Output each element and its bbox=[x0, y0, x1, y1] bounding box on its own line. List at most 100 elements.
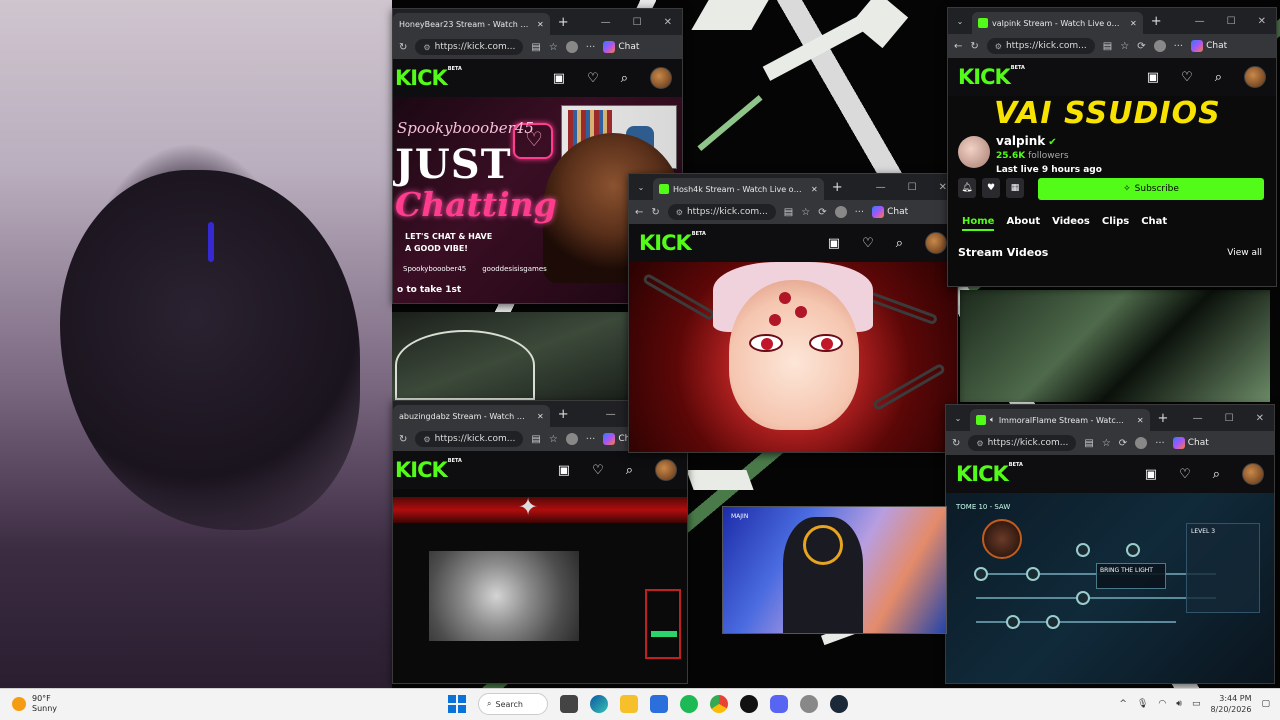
notification-icon[interactable]: ▢ bbox=[1261, 699, 1270, 709]
search-icon[interactable]: ⌕ bbox=[621, 71, 628, 86]
tab-valpink[interactable]: valpink Stream - Watch Live on Kick ✕ bbox=[972, 12, 1143, 34]
reader-icon[interactable]: ▤ bbox=[784, 207, 793, 218]
following-heart-icon[interactable]: ♡ bbox=[1181, 70, 1193, 85]
kick-logo[interactable]: KICKBETA bbox=[395, 66, 462, 90]
windows-start-icon[interactable] bbox=[448, 695, 466, 713]
tab-honeybear[interactable]: HoneyBear23 Stream - Watch Live on Kick … bbox=[393, 13, 550, 35]
browse-icon[interactable]: ▣ bbox=[828, 236, 840, 251]
copilot-chat-button[interactable]: Chat bbox=[603, 41, 639, 53]
profile-icon[interactable] bbox=[565, 433, 578, 445]
minimize-icon[interactable]: — bbox=[1193, 413, 1203, 424]
close-tab-icon[interactable]: ✕ bbox=[537, 412, 544, 421]
close-window-icon[interactable]: ✕ bbox=[1256, 413, 1264, 424]
stream-player-hoshi[interactable] bbox=[629, 262, 957, 452]
floating-video-player[interactable]: MAJIN bbox=[722, 506, 947, 634]
url-field[interactable]: ⚙ https://kick.com... bbox=[667, 204, 776, 220]
browse-icon[interactable]: ▣ bbox=[1145, 467, 1157, 482]
tab-menu-icon[interactable]: ⌄ bbox=[950, 414, 966, 423]
minimize-icon[interactable]: — bbox=[606, 409, 616, 420]
more-options-icon[interactable]: ··· bbox=[586, 42, 596, 53]
profile-icon[interactable] bbox=[834, 206, 847, 218]
minimize-icon[interactable]: — bbox=[876, 182, 886, 193]
new-tab-button[interactable]: + bbox=[832, 180, 843, 195]
battery-icon[interactable]: ▭ bbox=[1192, 699, 1201, 709]
user-avatar[interactable] bbox=[650, 67, 672, 89]
extensions-icon[interactable]: ⟳ bbox=[818, 207, 826, 218]
site-info-icon[interactable]: ⚙ bbox=[995, 42, 1002, 51]
reader-icon[interactable]: ▤ bbox=[531, 434, 540, 445]
extensions-icon[interactable]: ⟳ bbox=[1119, 438, 1127, 449]
close-tab-icon[interactable]: ✕ bbox=[811, 185, 818, 194]
tab-about[interactable]: About bbox=[1006, 216, 1040, 231]
chevron-up-icon[interactable]: ^ bbox=[1119, 699, 1127, 709]
copilot-chat-button[interactable]: Chat bbox=[1172, 437, 1209, 449]
profile-icon[interactable] bbox=[1153, 40, 1166, 52]
microphone-icon[interactable]: 🎙︎ bbox=[1137, 699, 1148, 709]
tab-clips[interactable]: Clips bbox=[1102, 216, 1129, 231]
close-window-icon[interactable]: ✕ bbox=[1258, 16, 1266, 27]
follow-heart-icon[interactable]: ♥ bbox=[982, 178, 1000, 198]
reader-icon[interactable]: ▤ bbox=[1103, 41, 1112, 52]
tab-hoshi[interactable]: Hosh4k Stream - Watch Live on Kick ✕ bbox=[653, 178, 824, 200]
kick-logo[interactable]: KICKBETA bbox=[958, 65, 1025, 89]
app-icon[interactable] bbox=[740, 695, 758, 713]
profile-icon[interactable] bbox=[565, 41, 578, 53]
back-icon[interactable]: ← bbox=[954, 41, 962, 52]
edge-icon[interactable] bbox=[590, 695, 608, 713]
more-options-icon[interactable]: ··· bbox=[1174, 41, 1184, 52]
tab-home[interactable]: Home bbox=[962, 216, 995, 231]
extensions-icon[interactable]: ⟳ bbox=[1137, 41, 1145, 52]
stream-player-immoral[interactable]: TOME 10 - SAW BRING THE LIGHT LEVEL 3 bbox=[946, 493, 1274, 683]
steam-icon[interactable] bbox=[830, 695, 848, 713]
search-icon[interactable]: ⌕ bbox=[1213, 467, 1220, 482]
browse-icon[interactable]: ▣ bbox=[553, 71, 565, 86]
view-all-link[interactable]: View all bbox=[1227, 248, 1262, 258]
back-icon[interactable]: ← bbox=[635, 207, 643, 218]
stream-player-abuzing[interactable]: ✦ bbox=[393, 489, 687, 683]
close-tab-icon[interactable]: ✕ bbox=[1137, 416, 1144, 425]
reload-icon[interactable]: ↻ bbox=[651, 207, 659, 218]
following-heart-icon[interactable]: ♡ bbox=[587, 71, 599, 86]
reload-icon[interactable]: ↻ bbox=[399, 434, 407, 445]
site-info-icon[interactable]: ⚙ bbox=[423, 43, 430, 52]
close-window-icon[interactable]: ✕ bbox=[664, 17, 672, 28]
favorite-star-icon[interactable]: ☆ bbox=[549, 434, 558, 445]
favorite-star-icon[interactable]: ☆ bbox=[549, 42, 558, 53]
favorite-star-icon[interactable]: ☆ bbox=[1102, 438, 1111, 449]
following-heart-icon[interactable]: ♡ bbox=[592, 463, 604, 478]
wifi-icon[interactable]: ◠ bbox=[1158, 699, 1166, 709]
favorite-star-icon[interactable]: ☆ bbox=[801, 207, 810, 218]
task-view-icon[interactable] bbox=[560, 695, 578, 713]
tab-menu-icon[interactable]: ⌄ bbox=[952, 17, 968, 26]
subscribe-button[interactable]: ✧ Subscribe bbox=[1038, 178, 1264, 200]
more-options-icon[interactable]: ··· bbox=[1155, 438, 1165, 449]
favorite-star-icon[interactable]: ☆ bbox=[1120, 41, 1129, 52]
minimize-icon[interactable]: — bbox=[601, 17, 611, 28]
copilot-chat-button[interactable]: Chat bbox=[872, 206, 908, 218]
tab-immoral[interactable]: 🔈︎ ImmoralFlame Stream - Watch Live on K… bbox=[970, 409, 1150, 431]
reload-icon[interactable]: ↻ bbox=[952, 438, 960, 449]
site-info-icon[interactable]: ⚙ bbox=[976, 439, 983, 448]
reload-icon[interactable]: ↻ bbox=[970, 41, 978, 52]
weather-widget[interactable]: 90°F Sunny bbox=[12, 694, 57, 714]
spotify-icon[interactable] bbox=[680, 695, 698, 713]
close-tab-icon[interactable]: ✕ bbox=[1130, 19, 1137, 28]
user-avatar[interactable] bbox=[1244, 66, 1266, 88]
chrome-icon[interactable] bbox=[710, 695, 728, 713]
user-avatar[interactable] bbox=[1242, 463, 1264, 485]
url-field[interactable]: ⚙ https://kick.com... bbox=[986, 38, 1095, 54]
url-field[interactable]: ⚙ https://kick.com... bbox=[415, 39, 524, 55]
volume-icon[interactable]: 🔊︎ bbox=[1176, 699, 1182, 709]
browse-icon[interactable]: ▣ bbox=[558, 463, 570, 478]
settings-gear-icon[interactable] bbox=[800, 695, 818, 713]
clock[interactable]: 3:44 PM 8/20/2026 bbox=[1210, 693, 1251, 715]
more-options-icon[interactable]: ··· bbox=[586, 434, 596, 445]
taskbar-search[interactable]: ⌕ Search bbox=[478, 693, 548, 715]
notification-bell-icon[interactable]: 🔔︎ bbox=[958, 178, 976, 198]
user-avatar[interactable] bbox=[925, 232, 947, 254]
maximize-icon[interactable]: ☐ bbox=[908, 182, 917, 193]
new-tab-button[interactable]: + bbox=[1151, 14, 1162, 29]
minimize-icon[interactable]: — bbox=[1195, 16, 1205, 27]
user-avatar[interactable] bbox=[655, 459, 677, 481]
tab-chat[interactable]: Chat bbox=[1141, 216, 1167, 231]
